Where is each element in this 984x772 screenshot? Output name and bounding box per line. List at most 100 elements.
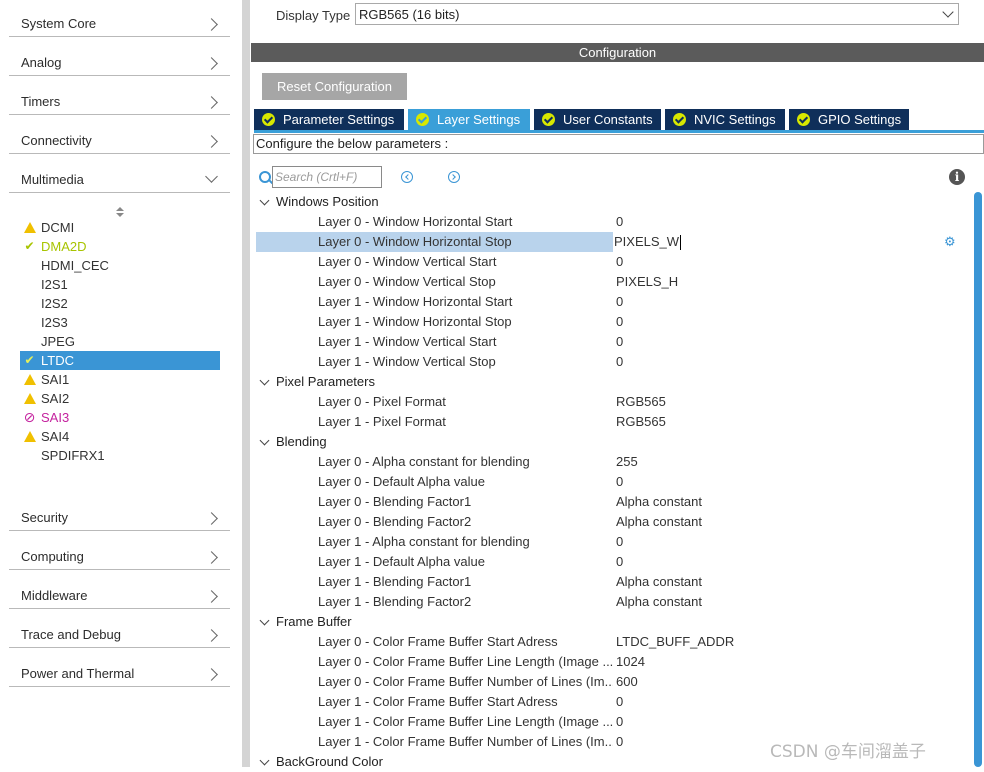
chevron-right-icon	[205, 18, 218, 31]
category-system-core[interactable]: System Core	[9, 6, 230, 37]
parameter-row[interactable]: Layer 1 - Window Horizontal Start 0	[251, 292, 971, 312]
next-match-icon[interactable]	[448, 171, 460, 183]
gear-icon[interactable]: ⚙	[944, 235, 956, 248]
sidebar-item-sai2[interactable]: SAI2	[20, 389, 220, 408]
sidebar-item-sai4[interactable]: SAI4	[20, 427, 220, 446]
parameter-name: Layer 0 - Color Frame Buffer Line Length…	[318, 654, 613, 669]
category-label: System Core	[21, 16, 97, 31]
parameter-name: Layer 1 - Window Vertical Start	[318, 334, 497, 349]
expand-toggle-icon[interactable]	[259, 195, 270, 206]
parameter-value-text: 0	[616, 474, 624, 489]
parameter-row[interactable]: Layer 0 - Color Frame Buffer Start Adres…	[251, 632, 971, 652]
parameter-name: Layer 1 - Window Horizontal Start	[318, 294, 513, 309]
tab-parameter-settings[interactable]: Parameter Settings	[254, 109, 404, 130]
tab-label: NVIC Settings	[694, 112, 776, 127]
parameter-row[interactable]: Layer 1 - Alpha constant for blending 0	[251, 532, 971, 552]
parameter-row[interactable]: Layer 1 - Blending Factor2 Alpha constant	[251, 592, 971, 612]
sidebar-splitter[interactable]	[242, 0, 250, 767]
configuration-panel: Reset Configuration Parameter Settings La…	[251, 62, 984, 769]
group-pixel-parameters[interactable]: Pixel Parameters	[251, 372, 971, 392]
category-analog[interactable]: Analog	[9, 45, 230, 76]
tab-layer-settings[interactable]: Layer Settings	[408, 109, 530, 130]
parameter-row[interactable]: Layer 1 - Color Frame Buffer Start Adres…	[251, 692, 971, 712]
parameter-value: 0	[616, 352, 623, 372]
parameter-row[interactable]: Layer 0 - Color Frame Buffer Line Length…	[251, 652, 971, 672]
category-middleware[interactable]: Middleware	[9, 578, 230, 609]
parameter-row[interactable]: Layer 0 - Pixel Format RGB565	[251, 392, 971, 412]
check-circle-icon	[262, 113, 275, 126]
expand-toggle-icon[interactable]	[259, 375, 270, 386]
parameter-row[interactable]: Layer 0 - Window Vertical Start 0	[251, 252, 971, 272]
sidebar-item-dma2d[interactable]: ✔ DMA2D	[20, 237, 220, 256]
tab-nvic-settings[interactable]: NVIC Settings	[665, 109, 785, 130]
warning-icon	[23, 430, 36, 443]
reset-configuration-button[interactable]: Reset Configuration	[262, 73, 407, 100]
parameter-row[interactable]: Layer 0 - Color Frame Buffer Number of L…	[251, 672, 971, 692]
parameter-value: 0	[616, 712, 623, 732]
parameter-row[interactable]: Layer 0 - Blending Factor2 Alpha constant	[251, 512, 971, 532]
parameter-value-text: 0	[616, 294, 624, 309]
expand-toggle-icon[interactable]	[259, 435, 270, 446]
parameter-row[interactable]: Layer 1 - Window Vertical Start 0	[251, 332, 971, 352]
parameter-value: 1024	[616, 652, 645, 672]
parameter-value-text: 0	[616, 314, 624, 329]
category-label: Connectivity	[21, 133, 92, 148]
category-power-and-thermal[interactable]: Power and Thermal	[9, 656, 230, 687]
parameter-name: Layer 0 - Window Vertical Start	[318, 254, 497, 269]
category-multimedia[interactable]: Multimedia	[9, 162, 230, 193]
parameter-row[interactable]: Layer 1 - Blending Factor1 Alpha constant	[251, 572, 971, 592]
tab-gpio-settings[interactable]: GPIO Settings	[789, 109, 909, 130]
parameter-row[interactable]: Layer 1 - Window Vertical Stop 0	[251, 352, 971, 372]
sidebar-item-dcmi[interactable]: DCMI	[20, 218, 220, 237]
group-windows-position[interactable]: Windows Position	[251, 192, 971, 212]
group-label: Pixel Parameters	[276, 374, 375, 389]
group-blending[interactable]: Blending	[251, 432, 971, 452]
parameter-name: Layer 0 - Blending Factor1	[318, 494, 472, 509]
scrollbar-thumb[interactable]	[974, 192, 982, 767]
sidebar-item-i2s3[interactable]: I2S3	[20, 313, 220, 332]
parameter-name: Layer 0 - Color Frame Buffer Start Adres…	[318, 634, 558, 649]
parameter-row[interactable]: Layer 0 - Window Vertical Stop PIXELS_H	[251, 272, 971, 292]
category-security[interactable]: Security	[9, 500, 230, 531]
expand-toggle-icon[interactable]	[259, 615, 270, 626]
sidebar-item-i2s1[interactable]: I2S1	[20, 275, 220, 294]
search-input[interactable]: Search (Crtl+F)	[272, 166, 382, 188]
category-trace-and-debug[interactable]: Trace and Debug	[9, 617, 230, 648]
sidebar-item-ltdc[interactable]: ✔ LTDC	[20, 351, 220, 370]
parameter-value-text: PIXELS_W	[614, 234, 680, 249]
sort-arrows-icon[interactable]	[116, 205, 124, 217]
tab-user-constants[interactable]: User Constants	[534, 109, 661, 130]
info-icon[interactable]: i	[949, 169, 965, 185]
parameter-row[interactable]: Layer 1 - Default Alpha value 0	[251, 552, 971, 572]
sidebar-item-i2s2[interactable]: I2S2	[20, 294, 220, 313]
sidebar-item-label: I2S2	[41, 296, 68, 311]
chevron-right-icon	[205, 96, 218, 109]
parameter-row[interactable]: Layer 0 - Window Horizontal Start 0	[251, 212, 971, 232]
parameter-value-editor[interactable]: PIXELS_W	[614, 232, 682, 252]
vertical-scrollbar[interactable]	[974, 192, 982, 767]
group-frame-buffer[interactable]: Frame Buffer	[251, 612, 971, 632]
previous-match-icon[interactable]	[401, 171, 413, 183]
category-computing[interactable]: Computing	[9, 539, 230, 570]
sidebar-item-hdmi-cec[interactable]: HDMI_CEC	[20, 256, 220, 275]
parameter-row[interactable]: Layer 1 - Color Frame Buffer Line Length…	[251, 712, 971, 732]
parameter-value-text: Alpha constant	[616, 494, 703, 509]
parameter-row[interactable]: Layer 0 - Blending Factor1 Alpha constant	[251, 492, 971, 512]
sidebar-item-sai1[interactable]: SAI1	[20, 370, 220, 389]
parameter-row[interactable]: Layer 1 - Window Horizontal Stop 0	[251, 312, 971, 332]
parameter-row[interactable]: Layer 1 - Pixel Format RGB565	[251, 412, 971, 432]
parameter-row[interactable]: Layer 0 - Default Alpha value 0	[251, 472, 971, 492]
category-timers[interactable]: Timers	[9, 84, 230, 115]
chevron-down-icon	[205, 170, 218, 183]
category-connectivity[interactable]: Connectivity	[9, 123, 230, 154]
sidebar-item-jpeg[interactable]: JPEG	[20, 332, 220, 351]
parameter-row[interactable]: Layer 0 - Alpha constant for blending 255	[251, 452, 971, 472]
expand-toggle-icon[interactable]	[259, 755, 270, 766]
configure-hint: Configure the below parameters :	[253, 134, 984, 154]
no-status-icon	[23, 335, 36, 348]
sidebar-item-sai3[interactable]: ⊘ SAI3	[20, 408, 220, 427]
sidebar-item-spdifrx1[interactable]: SPDIFRX1	[20, 446, 220, 465]
parameter-row[interactable]: Layer 0 - Window Horizontal Stop PIXELS_W	[251, 232, 971, 252]
display-type-select[interactable]: RGB565 (16 bits)	[355, 3, 959, 25]
warning-icon	[23, 392, 36, 405]
